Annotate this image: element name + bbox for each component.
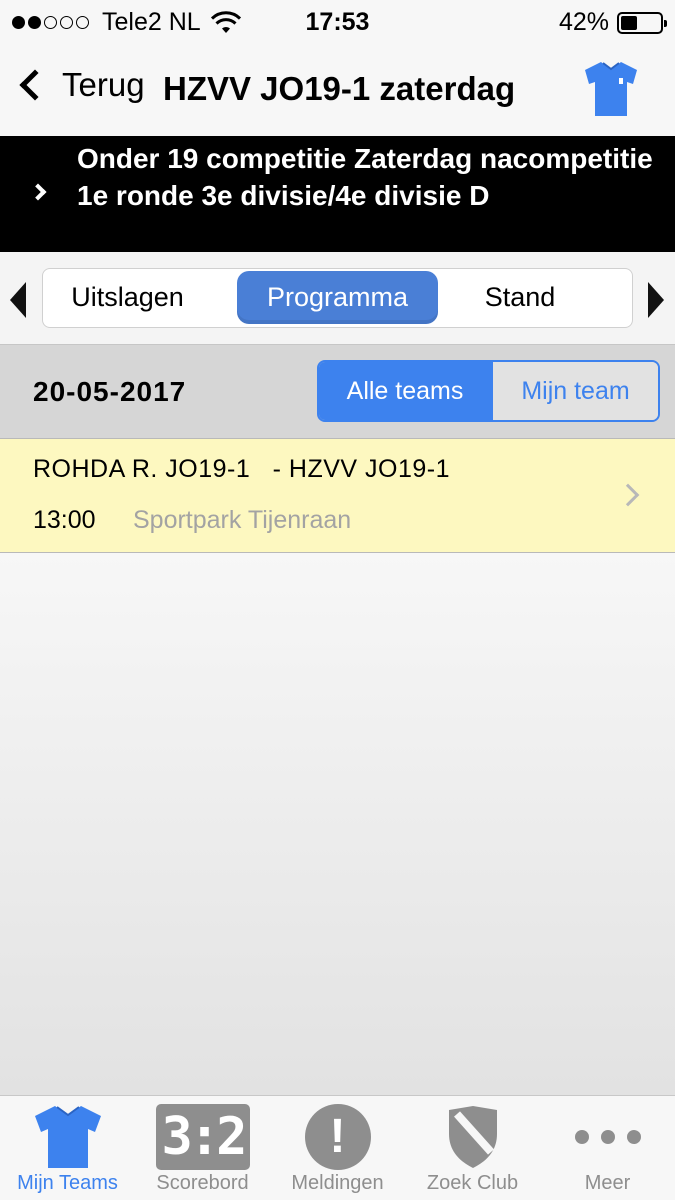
- filter-all-teams-button[interactable]: Alle teams: [319, 362, 491, 420]
- back-button[interactable]: Terug: [14, 66, 145, 104]
- tabbar-item-mijn-teams[interactable]: Mijn Teams: [0, 1100, 135, 1200]
- scoreboard-icon: 3:2: [155, 1104, 250, 1170]
- status-right: 42%: [558, 8, 667, 37]
- match-date: 20-05-2017: [33, 376, 187, 407]
- tabbar-label: Mijn Teams: [17, 1172, 118, 1194]
- previous-arrow-icon[interactable]: [10, 282, 26, 318]
- tabbar-label: Meldingen: [291, 1172, 384, 1194]
- competition-title: Onder 19 competitie Zaterdag nacompetiti…: [77, 143, 653, 211]
- shield-icon: [448, 1106, 497, 1168]
- next-arrow-icon[interactable]: [648, 282, 664, 318]
- tabbar-item-meldingen[interactable]: ! Meldingen: [270, 1100, 405, 1200]
- tabbar-item-meer[interactable]: Meer: [540, 1100, 675, 1200]
- match-venue: Sportpark Tijenraan: [133, 506, 352, 534]
- team-filter-control: Alle teams Mijn team: [317, 360, 660, 422]
- shirt-icon[interactable]: [583, 60, 639, 118]
- filter-my-team-button[interactable]: Mijn team: [491, 362, 658, 420]
- navigation-bar: Terug HZVV JO19-1 zaterdag: [0, 44, 675, 136]
- more-icon: [574, 1130, 641, 1144]
- back-button-label: Terug: [62, 66, 145, 103]
- tabbar-label: Zoek Club: [426, 1172, 519, 1194]
- battery-level: [621, 15, 637, 30]
- tabbar-label: Meer: [584, 1172, 631, 1194]
- tabbar-item-zoek-club[interactable]: Zoek Club: [405, 1100, 540, 1200]
- shirt-icon: [34, 1106, 101, 1168]
- battery-icon: [617, 11, 667, 34]
- chevron-left-icon: [19, 69, 51, 101]
- battery-percentage: 42%: [558, 8, 609, 36]
- page-title: HZVV JO19-1 zaterdag: [163, 70, 516, 107]
- tab-programma[interactable]: Programma: [237, 271, 438, 324]
- tabbar-item-scorebord[interactable]: 3:2 Scorebord: [135, 1100, 270, 1200]
- tab-stand[interactable]: Stand: [440, 271, 600, 324]
- tabbar-label: Scorebord: [156, 1172, 249, 1194]
- alert-icon: !: [304, 1104, 371, 1170]
- tab-uitslagen[interactable]: Uitslagen: [45, 271, 210, 324]
- match-time: 13:00: [33, 506, 96, 534]
- empty-content-area: [0, 553, 675, 1095]
- match-teams: ROHDA R. JO19-1 - HZVV JO19-1: [33, 455, 450, 483]
- status-bar: Tele2 NL 17:53 42%: [0, 0, 675, 44]
